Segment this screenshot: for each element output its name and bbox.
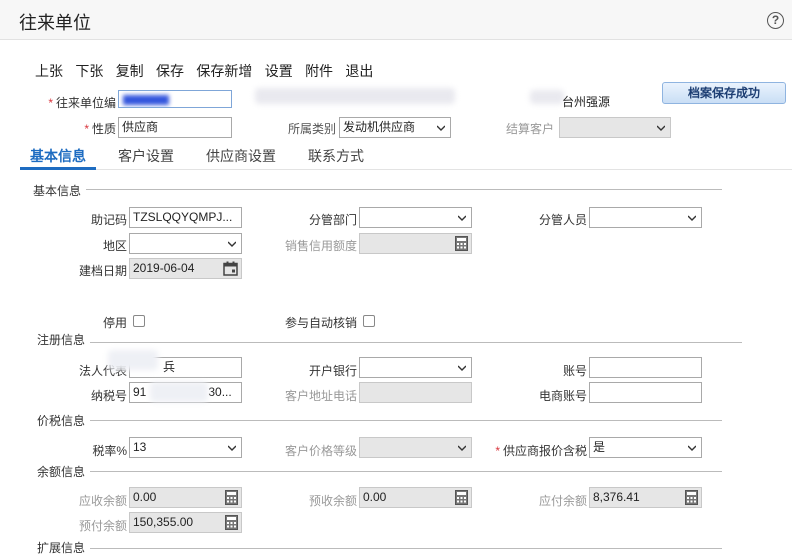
tab-customer-settings[interactable]: 客户设置	[118, 146, 174, 166]
category-select[interactable]: 发动机供应商	[339, 117, 451, 138]
section-basic-info: 基本信息	[33, 184, 82, 198]
redacted-text	[150, 382, 208, 402]
dept-select[interactable]	[359, 207, 472, 228]
mnemonic-label: 助记码	[90, 213, 127, 227]
auto-writeoff-label: 参与自动核销	[284, 316, 357, 330]
window-title: 往来单位	[19, 13, 91, 33]
chevron-down-icon	[657, 125, 665, 131]
prereceive-label: 预收余额	[308, 494, 357, 508]
settlement-customer-select[interactable]	[559, 117, 671, 138]
prepay-label: 预付余额	[78, 519, 127, 533]
tax-rate-label: 税率%	[92, 444, 127, 458]
create-date-input[interactable]: 2019-06-04	[129, 258, 242, 279]
calendar-icon[interactable]	[223, 261, 238, 276]
section-tax-info: 价税信息	[37, 414, 86, 428]
unit-code-label: * 往来单位编	[48, 96, 116, 110]
receivable-input[interactable]: 0.00	[129, 487, 242, 508]
chevron-down-icon	[688, 215, 696, 221]
toolbar: 上张 下张 复制 保存 保存新增 设置 附件 退出	[35, 61, 382, 81]
help-icon[interactable]: ?	[767, 12, 784, 29]
unit-code-input[interactable]	[118, 90, 232, 108]
divider	[86, 189, 722, 190]
divider	[90, 420, 722, 421]
chevron-down-icon	[458, 215, 466, 221]
price-incl-tax-select[interactable]: 是	[589, 437, 702, 458]
title-bar: 往来单位 ?	[0, 0, 792, 40]
save-success-toast: 档案保存成功	[662, 82, 786, 104]
prev-record-button[interactable]: 上张	[35, 61, 63, 81]
bank-label: 开户银行	[308, 364, 357, 378]
section-register-info: 注册信息	[37, 333, 86, 347]
receivable-label: 应收余额	[78, 494, 127, 508]
account-label: 账号	[562, 364, 587, 378]
copy-button[interactable]: 复制	[116, 61, 144, 81]
nature-label: * 性质	[84, 122, 116, 136]
divider	[90, 471, 722, 472]
active-tab-indicator	[20, 167, 96, 170]
tax-rate-select[interactable]: 13	[129, 437, 242, 458]
prepay-input[interactable]: 150,355.00	[129, 512, 242, 533]
price-level-select[interactable]	[359, 437, 472, 458]
calculator-icon[interactable]	[455, 490, 468, 505]
chevron-down-icon	[228, 445, 236, 451]
tab-basic-info[interactable]: 基本信息	[30, 146, 86, 166]
payable-input[interactable]: 8,376.41	[589, 487, 702, 508]
attachment-button[interactable]: 附件	[305, 61, 333, 81]
bank-select[interactable]	[359, 357, 472, 378]
region-label: 地区	[102, 239, 127, 253]
chevron-down-icon	[437, 125, 445, 131]
chevron-down-icon	[458, 445, 466, 451]
unit-name-partial: 台州强源	[562, 95, 611, 109]
divider	[90, 548, 722, 549]
region-select[interactable]	[129, 233, 242, 254]
nature-select[interactable]: 供应商	[118, 117, 232, 138]
address-phone-input[interactable]	[359, 382, 472, 403]
tab-baseline	[20, 169, 792, 170]
next-record-button[interactable]: 下张	[75, 61, 103, 81]
chevron-down-icon	[228, 241, 236, 247]
calculator-icon[interactable]	[225, 515, 238, 530]
redacted-text	[530, 90, 564, 104]
dept-label: 分管部门	[308, 213, 357, 227]
section-balance-info: 余额信息	[37, 465, 86, 479]
create-date-label: 建档日期	[78, 264, 127, 278]
redacted-text	[108, 350, 158, 370]
tab-bar: 基本信息 客户设置 供应商设置 联系方式	[20, 143, 792, 171]
save-and-new-button[interactable]: 保存新增	[196, 61, 252, 81]
divider	[90, 342, 742, 343]
category-label: 所属类别	[287, 122, 336, 136]
redacted-unit-name	[255, 88, 455, 104]
disabled-checkbox[interactable]	[133, 315, 145, 327]
ecom-account-input[interactable]	[589, 382, 702, 403]
staff-select[interactable]	[589, 207, 702, 228]
tab-supplier-settings[interactable]: 供应商设置	[206, 146, 276, 166]
settings-button[interactable]: 设置	[265, 61, 293, 81]
price-incl-tax-label: * 供应商报价含税	[495, 444, 587, 458]
calculator-icon[interactable]	[685, 490, 698, 505]
chevron-down-icon	[688, 445, 696, 451]
calculator-icon[interactable]	[225, 490, 238, 505]
save-button[interactable]: 保存	[156, 61, 184, 81]
exit-button[interactable]: 退出	[345, 61, 373, 81]
payable-label: 应付余额	[538, 494, 587, 508]
disabled-label: 停用	[102, 316, 127, 330]
tax-no-label: 纳税号	[90, 389, 127, 403]
ecom-account-label: 电商账号	[538, 389, 587, 403]
section-extended-info: 扩展信息	[37, 541, 86, 555]
chevron-down-icon	[458, 365, 466, 371]
credit-limit-input[interactable]	[359, 233, 472, 254]
mnemonic-input[interactable]: TZSLQQYQMPJ...	[129, 207, 242, 228]
credit-limit-label: 销售信用额度	[284, 239, 357, 253]
calculator-icon[interactable]	[455, 236, 468, 251]
price-level-label: 客户价格等级	[284, 444, 357, 458]
staff-label: 分管人员	[538, 213, 587, 227]
address-phone-label: 客户地址电话	[284, 389, 357, 403]
settlement-customer-label: 结算客户	[505, 122, 554, 136]
tab-contact[interactable]: 联系方式	[308, 146, 364, 166]
account-input[interactable]	[589, 357, 702, 378]
auto-writeoff-checkbox[interactable]	[363, 315, 375, 327]
prereceive-input[interactable]: 0.00	[359, 487, 472, 508]
